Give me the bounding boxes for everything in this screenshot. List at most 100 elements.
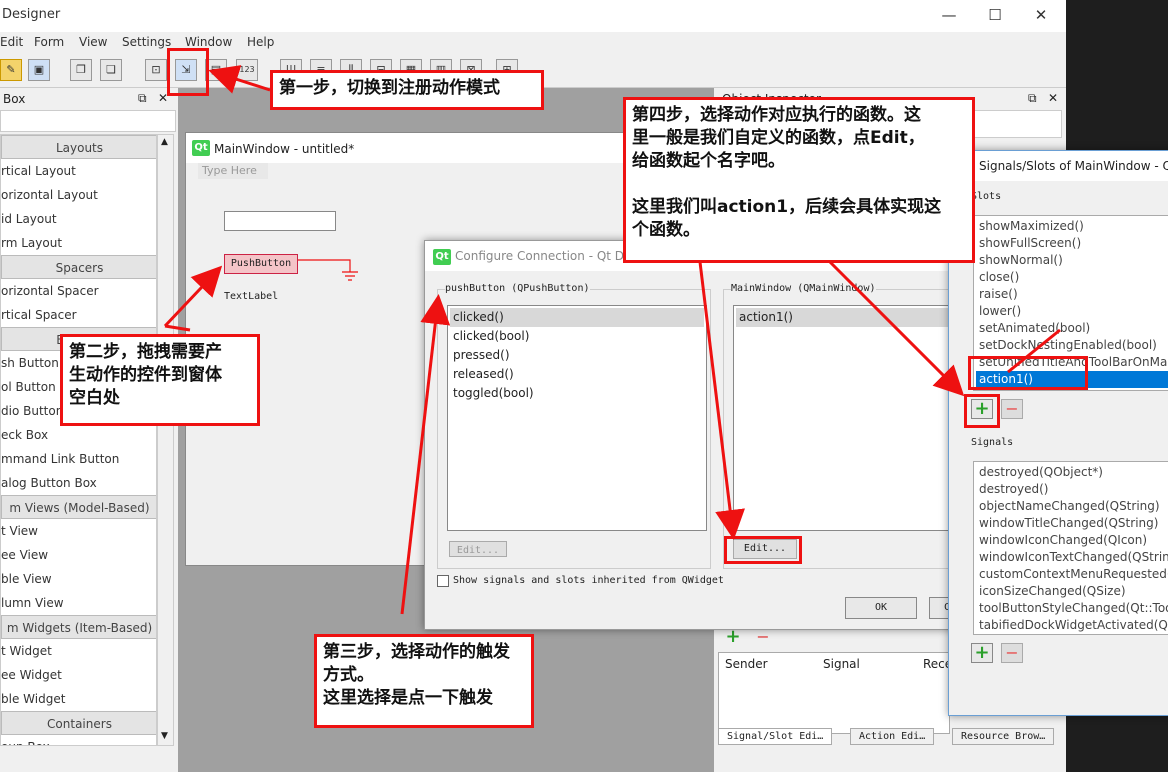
slot-item[interactable]: showMaximized(): [976, 218, 1168, 235]
form-menu-placeholder[interactable]: Type Here: [198, 163, 268, 179]
widget-item[interactable]: ble Widget: [1, 687, 156, 711]
widget-item[interactable]: rm Layout: [1, 231, 156, 255]
add-signal-icon[interactable]: +: [971, 643, 993, 663]
widget-item[interactable]: orizontal Spacer: [1, 279, 156, 303]
menu-help[interactable]: Help: [247, 35, 274, 49]
configure-connection-dialog[interactable]: Qt Configure Connection - Qt De pushButt…: [424, 240, 985, 630]
widget-item[interactable]: t Widget: [1, 639, 156, 663]
signals-slots-dialog[interactable]: Signals/Slots of MainWindow - Q Slots sh…: [948, 150, 1168, 716]
widget-item[interactable]: orizontal Layout: [1, 183, 156, 207]
widget-category[interactable]: Spacers: [1, 255, 156, 279]
signal-item[interactable]: windowIconChanged(QIcon): [976, 532, 1168, 549]
paste-icon[interactable]: ❏: [100, 59, 122, 81]
widget-item[interactable]: oup Box: [1, 735, 156, 745]
annotation-step2: 第二步，拖拽需要产 生动作的控件到窗体 空白处: [60, 334, 260, 426]
slot-item[interactable]: setAnimated(bool): [976, 320, 1168, 337]
widget-box-header: Box ⧉ ✕: [0, 88, 176, 110]
col-signal[interactable]: Signal: [823, 657, 860, 671]
signal-item[interactable]: objectNameChanged(QString): [976, 498, 1168, 515]
signal-item[interactable]: iconSizeChanged(QSize): [976, 583, 1168, 600]
open-icon[interactable]: ✎: [0, 59, 22, 81]
remove-connection-icon[interactable]: −: [752, 628, 774, 648]
signal-item[interactable]: toolButtonStyleChanged(Qt::Tool: [976, 600, 1168, 617]
widget-category[interactable]: Containers: [1, 711, 156, 735]
widget-item[interactable]: rtical Layout: [1, 159, 156, 183]
slot-action1[interactable]: action1(): [736, 308, 982, 327]
widget-item[interactable]: id Layout: [1, 207, 156, 231]
signals-list[interactable]: destroyed(QObject*) destroyed() objectName…: [973, 461, 1168, 635]
menu-bar: Edit Form View Settings Window Help: [0, 32, 1066, 52]
menu-form[interactable]: Form: [34, 35, 64, 49]
highlight-add-slot: [964, 394, 1000, 428]
slot-item[interactable]: lower(): [976, 303, 1168, 320]
widget-item[interactable]: t View: [1, 519, 156, 543]
add-connection-icon[interactable]: +: [722, 628, 744, 648]
slot-item[interactable]: raise(): [976, 286, 1168, 303]
inherited-checkbox-label[interactable]: Show signals and slots inherited from QW…: [453, 575, 724, 586]
receiver-group-label: MainWindow (QMainWindow): [731, 283, 876, 294]
inherited-checkbox[interactable]: [437, 575, 449, 587]
tab-resource-browser[interactable]: Resource Brow…: [952, 728, 1055, 745]
connections-table[interactable]: Sender Signal Rece: [718, 652, 952, 734]
menu-window[interactable]: Window: [185, 35, 232, 49]
remove-slot-icon[interactable]: −: [1001, 399, 1023, 419]
highlight-edit-button: [724, 536, 802, 564]
tab-signal-slot-editor[interactable]: Signal/Slot Edi…: [718, 728, 833, 745]
menu-edit[interactable]: Edit: [0, 35, 23, 49]
qt-logo-icon: Qt: [192, 140, 210, 156]
scroll-up-icon[interactable]: ▲: [161, 137, 168, 147]
signal-item[interactable]: destroyed(QObject*): [976, 464, 1168, 481]
scroll-down-icon[interactable]: ▼: [161, 731, 168, 741]
ok-button[interactable]: OK: [845, 597, 917, 619]
close-button[interactable]: ✕: [1018, 0, 1064, 32]
widget-item[interactable]: alog Button Box: [1, 471, 156, 495]
widget-category[interactable]: m Widgets (Item-Based): [1, 615, 156, 639]
form-push-button[interactable]: PushButton: [224, 254, 298, 274]
float-icon[interactable]: ⧉: [1028, 91, 1037, 106]
signal-item[interactable]: customContextMenuRequested(Q: [976, 566, 1168, 583]
signal-item[interactable]: windowIconTextChanged(QString: [976, 549, 1168, 566]
copy-icon[interactable]: ❐: [70, 59, 92, 81]
widget-item[interactable]: ble View: [1, 567, 156, 591]
menu-view[interactable]: View: [79, 35, 107, 49]
edit-tab-order-icon[interactable]: 123: [236, 59, 258, 81]
form-text-label[interactable]: TextLabel: [224, 291, 278, 302]
maximize-button[interactable]: ☐: [972, 0, 1018, 32]
signal-pressed[interactable]: pressed(): [450, 346, 704, 365]
slot-item[interactable]: close(): [976, 269, 1168, 286]
edit-signals-button[interactable]: Edit...: [449, 541, 507, 557]
slot-item[interactable]: showNormal(): [976, 252, 1168, 269]
widget-list-scrollbar[interactable]: ▲ ▼: [157, 134, 174, 746]
remove-signal-icon[interactable]: −: [1001, 643, 1023, 663]
tab-action-editor[interactable]: Action Edi…: [850, 728, 935, 745]
widget-item[interactable]: eck Box: [1, 423, 156, 447]
minimize-button[interactable]: —: [926, 0, 972, 32]
signal-toggled-bool[interactable]: toggled(bool): [450, 384, 704, 403]
signal-item[interactable]: windowTitleChanged(QString): [976, 515, 1168, 532]
widget-category[interactable]: Layouts: [1, 135, 156, 159]
edit-widgets-icon[interactable]: ⊡: [145, 59, 167, 81]
widget-item[interactable]: lumn View: [1, 591, 156, 615]
signal-released[interactable]: released(): [450, 365, 704, 384]
close-dock-icon[interactable]: ✕: [1048, 91, 1058, 105]
widget-item[interactable]: rtical Spacer: [1, 303, 156, 327]
save-icon[interactable]: ▣: [28, 59, 50, 81]
form-line-edit[interactable]: [224, 211, 336, 231]
signal-clicked[interactable]: clicked(): [450, 308, 704, 327]
widget-box: Box ⧉ ✕ Layouts rtical Layout orizontal La…: [0, 88, 176, 772]
widget-item[interactable]: ee Widget: [1, 663, 156, 687]
slot-item[interactable]: showFullScreen(): [976, 235, 1168, 252]
col-sender[interactable]: Sender: [725, 657, 768, 671]
menu-settings[interactable]: Settings: [122, 35, 171, 49]
widget-item[interactable]: ee View: [1, 543, 156, 567]
annotation-step1: 第一步，切换到注册动作模式: [270, 70, 544, 110]
float-icon[interactable]: ⧉: [138, 91, 147, 106]
slot-item[interactable]: setDockNestingEnabled(bool): [976, 337, 1168, 354]
signal-item[interactable]: tabifiedDockWidgetActivated(QD: [976, 617, 1168, 634]
signal-clicked-bool[interactable]: clicked(bool): [450, 327, 704, 346]
signal-list[interactable]: clicked() clicked(bool) pressed() releas…: [447, 305, 707, 531]
widget-category[interactable]: m Views (Model-Based): [1, 495, 156, 519]
widget-filter-input[interactable]: [0, 110, 176, 132]
widget-item[interactable]: mmand Link Button: [1, 447, 156, 471]
signal-item[interactable]: destroyed(): [976, 481, 1168, 498]
